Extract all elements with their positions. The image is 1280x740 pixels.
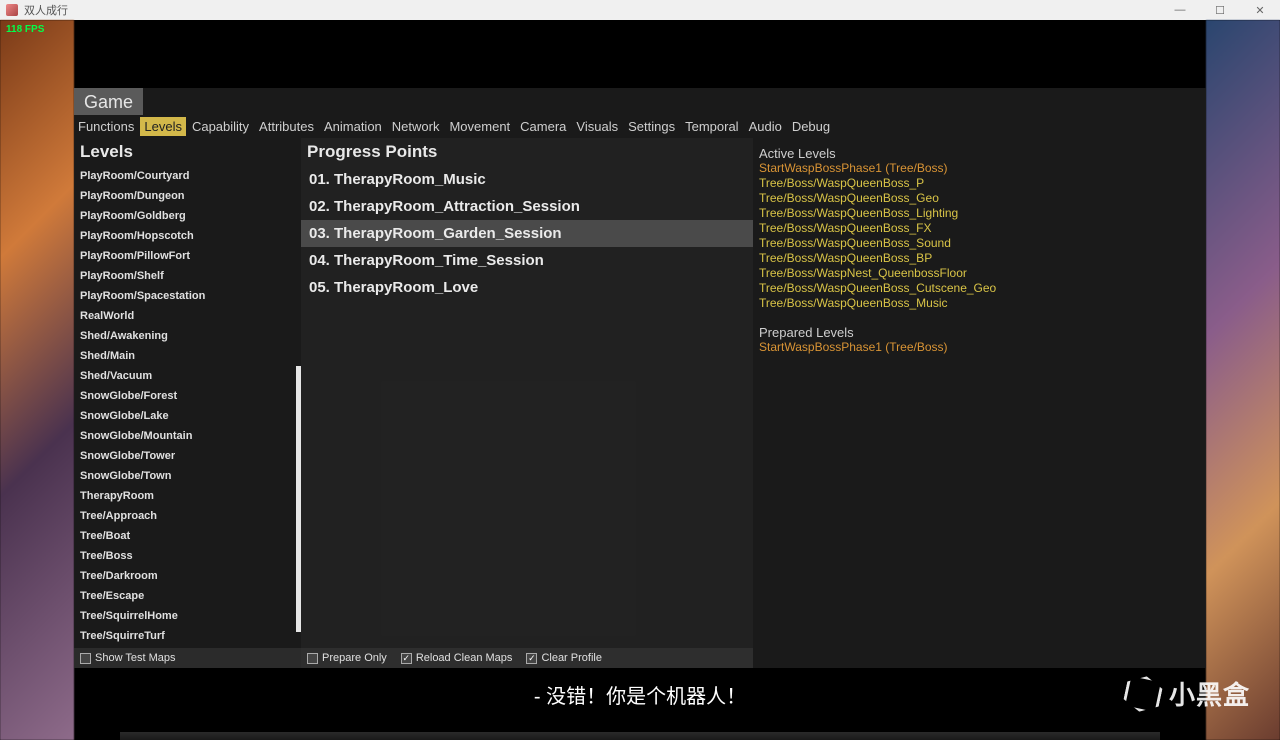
progress-row[interactable]: 02. TherapyRoom_Attraction_Session (301, 193, 753, 220)
level-row[interactable]: PlayRoom/Courtyard (74, 166, 301, 186)
option-reload-clean-maps[interactable]: Reload Clean Maps (401, 652, 513, 664)
menu-item-functions[interactable]: Functions (74, 117, 138, 136)
active-level-entry: Tree/Boss/WaspQueenBoss_Geo (759, 191, 1200, 206)
background-left (0, 20, 74, 740)
progress-row[interactable]: 04. TherapyRoom_Time_Session (301, 247, 753, 274)
menu-item-attributes[interactable]: Attributes (255, 117, 318, 136)
level-row[interactable]: Tree/Approach (74, 506, 301, 526)
level-row[interactable]: PlayRoom/Dungeon (74, 186, 301, 206)
level-row[interactable]: PlayRoom/Hopscotch (74, 226, 301, 246)
level-row[interactable]: Shed/Vacuum (74, 366, 301, 386)
level-row[interactable]: Tree/Darkroom (74, 566, 301, 586)
option-label: Clear Profile (541, 652, 602, 664)
level-row[interactable]: Tree/Boat (74, 526, 301, 546)
level-row[interactable]: Shed/Main (74, 346, 301, 366)
menu-item-movement[interactable]: Movement (445, 117, 514, 136)
level-row[interactable]: SnowGlobe/Lake (74, 406, 301, 426)
show-test-maps-checkbox[interactable]: Show Test Maps (80, 652, 176, 664)
level-row[interactable]: SnowGlobe/Tower (74, 446, 301, 466)
maximize-button[interactable]: ☐ (1200, 0, 1240, 20)
active-levels-header: Active Levels (759, 146, 1200, 161)
progress-row[interactable]: 05. TherapyRoom_Love (301, 274, 753, 301)
active-level-entry: Tree/Boss/WaspQueenBoss_Music (759, 296, 1200, 311)
level-row[interactable]: PlayRoom/PillowFort (74, 246, 301, 266)
minimize-button[interactable]: — (1160, 0, 1200, 20)
menu-item-audio[interactable]: Audio (745, 117, 786, 136)
fps-counter: 118 FPS (6, 24, 44, 35)
option-label: Reload Clean Maps (416, 652, 513, 664)
menu-item-debug[interactable]: Debug (788, 117, 834, 136)
panel-tab-row: Game (74, 88, 1206, 115)
menu-item-camera[interactable]: Camera (516, 117, 570, 136)
menu-item-animation[interactable]: Animation (320, 117, 386, 136)
level-row[interactable]: SnowGlobe/Forest (74, 386, 301, 406)
level-row[interactable]: SnowGlobe/Mountain (74, 426, 301, 446)
progress-list: 01. TherapyRoom_Music02. TherapyRoom_Att… (301, 166, 753, 648)
right-column: Active Levels StartWaspBossPhase1 (Tree/… (753, 138, 1206, 668)
menu-item-levels[interactable]: Levels (140, 117, 186, 136)
progress-column: Progress Points 01. TherapyRoom_Music02.… (301, 138, 753, 668)
active-level-entry: Tree/Boss/WaspQueenBoss_Lighting (759, 206, 1200, 221)
active-level-entry: StartWaspBossPhase1 (Tree/Boss) (759, 161, 1200, 176)
level-row[interactable]: SnowGlobe/Town (74, 466, 301, 486)
active-level-entry: Tree/Boss/WaspQueenBoss_BP (759, 251, 1200, 266)
option-prepare-only[interactable]: Prepare Only (307, 652, 387, 664)
active-level-entry: Tree/Boss/WaspQueenBoss_Cutscene_Geo (759, 281, 1200, 296)
show-test-maps-label: Show Test Maps (95, 652, 176, 664)
levels-scrollbar[interactable] (296, 366, 301, 632)
levels-column: Levels PlayRoom/CourtyardPlayRoom/Dungeo… (74, 138, 301, 668)
watermark: 小黑盒 (1125, 675, 1250, 712)
levels-title: Levels (74, 138, 301, 166)
level-row[interactable]: PlayRoom/Spacestation (74, 286, 301, 306)
background-right (1206, 20, 1280, 740)
active-level-entry: Tree/Boss/WaspQueenBoss_P (759, 176, 1200, 191)
menu-bar: FunctionsLevelsCapabilityAttributesAnima… (74, 115, 1206, 138)
option-label: Prepare Only (322, 652, 387, 664)
active-level-entry: Tree/Boss/WaspNest_QueenbossFloor (759, 266, 1200, 281)
active-level-entry: Tree/Boss/WaspQueenBoss_FX (759, 221, 1200, 236)
window-title: 双人成行 (24, 2, 68, 18)
level-row[interactable]: RealWorld (74, 306, 301, 326)
level-row[interactable]: TherapyRoom (74, 486, 301, 506)
menu-item-visuals[interactable]: Visuals (572, 117, 622, 136)
close-button[interactable]: ✕ (1240, 0, 1280, 20)
level-row[interactable]: Tree/Escape (74, 586, 301, 606)
level-row[interactable]: PlayRoom/Goldberg (74, 206, 301, 226)
level-row[interactable]: Tree/Boss (74, 546, 301, 566)
menu-item-settings[interactable]: Settings (624, 117, 679, 136)
progress-options: Prepare Only Reload Clean Maps Clear Profi… (301, 648, 753, 668)
menu-item-network[interactable]: Network (388, 117, 444, 136)
prepared-levels-header: Prepared Levels (759, 325, 1200, 340)
level-row[interactable]: Tree/SquirrelHome (74, 606, 301, 626)
progress-title: Progress Points (301, 138, 753, 166)
prepared-level-entry: StartWaspBossPhase1 (Tree/Boss) (759, 340, 1200, 355)
levels-footer: Show Test Maps (74, 648, 301, 668)
taskbar-sliver (120, 732, 1160, 740)
window-titlebar: 双人成行 — ☐ ✕ (0, 0, 1280, 20)
level-row[interactable]: Shed/Awakening (74, 326, 301, 346)
menu-item-temporal[interactable]: Temporal (681, 117, 742, 136)
levels-list: PlayRoom/CourtyardPlayRoom/DungeonPlayRo… (74, 166, 301, 648)
level-row[interactable]: Tree/WaspNest (74, 646, 301, 648)
progress-row[interactable]: 01. TherapyRoom_Music (301, 166, 753, 193)
app-icon (6, 4, 18, 16)
watermark-logo-icon (1125, 676, 1161, 712)
panel-tab-game[interactable]: Game (74, 88, 143, 115)
window-controls: — ☐ ✕ (1160, 0, 1280, 20)
progress-row[interactable]: 03. TherapyRoom_Garden_Session (301, 220, 753, 247)
watermark-text: 小黑盒 (1169, 675, 1250, 712)
debug-panel: Game FunctionsLevelsCapabilityAttributes… (74, 88, 1206, 668)
level-row[interactable]: PlayRoom/Shelf (74, 266, 301, 286)
menu-item-capability[interactable]: Capability (188, 117, 253, 136)
option-clear-profile[interactable]: Clear Profile (526, 652, 602, 664)
level-row[interactable]: Tree/SquirreTurf (74, 626, 301, 646)
subtitle-text: - 没错！你是个机器人！ (0, 680, 1280, 709)
active-level-entry: Tree/Boss/WaspQueenBoss_Sound (759, 236, 1200, 251)
